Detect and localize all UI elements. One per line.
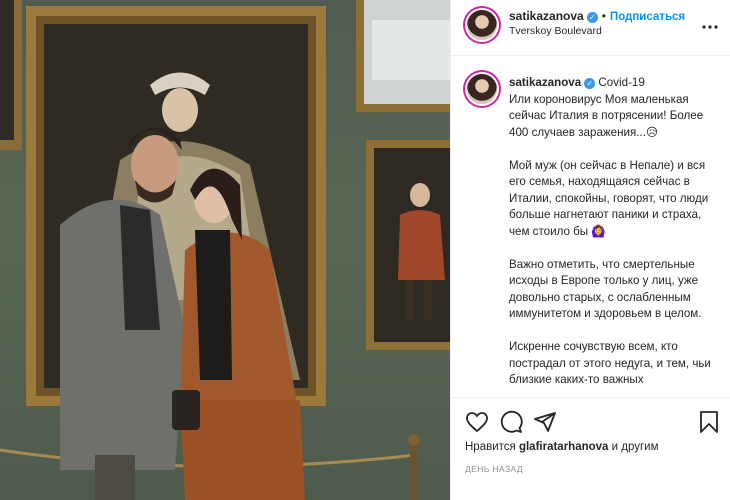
verified-badge-icon: ✓	[584, 78, 596, 89]
liker-username[interactable]: glafiratarhanova	[519, 441, 608, 453]
caption-paragraph-3: Важно отметить, что смертельные исходы в…	[509, 257, 702, 321]
post-caption: satikazanova ✓ Covid-19 Или короновирус М…	[509, 75, 719, 397]
separator: •	[601, 9, 606, 23]
caption-paragraph-2: Мой муж (он сейчас в Непале) и вся его с…	[509, 158, 709, 238]
caption-fade	[451, 383, 730, 397]
comment-icon[interactable]	[499, 410, 523, 434]
caption-username[interactable]: satikazanova	[509, 76, 581, 89]
caption-first-line: Covid-19	[598, 76, 645, 89]
post-header: satikazanova ✓ • Подписаться Tverskoy Boule…	[451, 0, 730, 56]
location-link[interactable]: Tverskoy Boulevard	[509, 25, 602, 37]
avatar[interactable]	[467, 10, 497, 40]
post-timestamp[interactable]: ДЕНЬ НАЗАД	[465, 464, 523, 474]
post-side-panel: satikazanova ✓ • Подписаться Tverskoy Boule…	[450, 0, 730, 500]
likes-suffix[interactable]: и другим	[608, 441, 659, 453]
author-username[interactable]: satikazanova	[509, 9, 584, 23]
museum-scene	[0, 0, 450, 500]
share-icon[interactable]	[533, 410, 557, 434]
caption-paragraph-1: Или короновирус Моя маленькая сейчас Ита…	[509, 92, 704, 139]
heart-icon[interactable]	[465, 410, 489, 434]
comments-area[interactable]: satikazanova ✓ Covid-19 Или короновирус М…	[451, 57, 730, 397]
caption-avatar[interactable]	[467, 74, 497, 104]
verified-badge-icon: ✓	[586, 12, 598, 23]
post-photo[interactable]	[0, 0, 450, 500]
caption-paragraph-4: Искренне сочувствую всем, кто пострадал …	[509, 340, 711, 386]
likes-summary[interactable]: Нравится glafiratarhanova и другим	[465, 441, 659, 453]
post-actions: Нравится glafiratarhanova и другим ДЕНЬ …	[451, 397, 730, 500]
follow-button[interactable]: Подписаться	[610, 11, 685, 23]
bookmark-icon[interactable]	[697, 410, 721, 434]
likes-prefix: Нравится	[465, 441, 519, 453]
more-options-icon[interactable]	[701, 22, 719, 32]
header-row: satikazanova ✓ • Подписаться	[509, 9, 685, 23]
